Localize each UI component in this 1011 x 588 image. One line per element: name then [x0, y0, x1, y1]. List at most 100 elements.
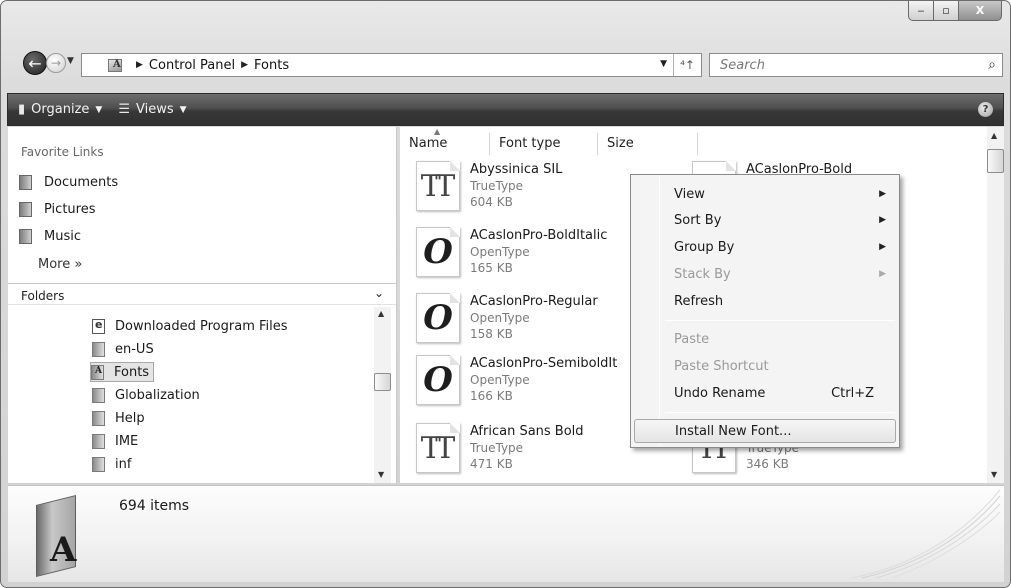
address-bar[interactable]: ▶ Control Panel ▶ Fonts ▼ ⁴↑	[81, 53, 702, 77]
tree-item-label: inf	[115, 456, 132, 472]
column-header-name[interactable]: ▲ Name	[400, 127, 490, 155]
scrollbar-thumb[interactable]	[987, 149, 1004, 173]
font-file-item[interactable]: O ACaslonPro-Regular OpenType 158 KB	[416, 293, 598, 343]
chevron-down-icon: ▼	[95, 104, 103, 115]
tree-item-help[interactable]: Help	[92, 408, 145, 428]
font-size: 604 KB	[470, 195, 513, 209]
truetype-font-icon: TT	[416, 423, 460, 473]
breadcrumb-separator-icon[interactable]: ▶	[136, 60, 143, 70]
menu-item-label: Group By	[674, 240, 735, 255]
scrollbar-thumb[interactable]	[374, 373, 391, 391]
menu-item-label: Undo Rename	[674, 386, 766, 401]
tree-item-label: Globalization	[115, 387, 200, 403]
menu-item-label: Sort By	[674, 213, 722, 228]
chevron-down-icon: ▼	[179, 104, 187, 115]
decorative-swoosh-icon	[851, 489, 1001, 579]
favorite-documents[interactable]: Documents	[19, 175, 118, 190]
fonts-folder-icon	[91, 364, 104, 380]
font-name: African Sans Bold	[470, 424, 584, 439]
breadcrumb-fonts[interactable]: Fonts	[254, 58, 289, 73]
submenu-arrow-icon: ▶	[879, 215, 886, 225]
favorite-label: Music	[44, 229, 81, 244]
scroll-down-icon[interactable]: ▼	[991, 470, 997, 479]
truetype-font-icon: TT	[416, 161, 460, 211]
more-links-button[interactable]: More »	[38, 257, 82, 272]
column-label: Name	[409, 136, 448, 151]
font-size: 158 KB	[470, 327, 513, 341]
menu-item-sort-by[interactable]: Sort By ▶	[634, 209, 896, 233]
favorite-music[interactable]: Music	[19, 229, 81, 244]
tree-item-inf[interactable]: inf	[92, 454, 131, 474]
menu-separator	[665, 412, 895, 413]
tree-item-downloaded-program-files[interactable]: Downloaded Program Files	[92, 316, 288, 336]
menu-item-install-new-font[interactable]: Install New Font...	[634, 419, 896, 443]
breadcrumb-control-panel[interactable]: Control Panel	[149, 58, 235, 73]
chevron-down-icon: ⌄	[373, 286, 384, 300]
recent-pages-dropdown[interactable]: ▼	[67, 56, 74, 66]
font-letter-glyph: A	[50, 530, 77, 570]
submenu-arrow-icon: ▶	[879, 189, 886, 199]
menu-item-refresh[interactable]: Refresh	[634, 290, 896, 314]
menu-item-group-by[interactable]: Group By ▶	[634, 236, 896, 260]
font-size: 165 KB	[470, 261, 513, 275]
organize-icon: ▮	[18, 102, 26, 117]
font-file-item[interactable]: TT African Sans Bold TrueType 471 KB	[416, 423, 584, 473]
maximize-button[interactable]: ▫	[934, 1, 959, 21]
folder-icon	[92, 433, 105, 449]
tree-item-globalization[interactable]: Globalization	[92, 385, 200, 405]
folders-header[interactable]: Folders ⌄	[8, 283, 396, 305]
folder-tree-scrollbar[interactable]: ▲ ▼	[374, 307, 391, 483]
menu-item-label: Paste	[674, 332, 710, 347]
views-label: Views	[135, 102, 174, 117]
help-button[interactable]: ?	[978, 102, 993, 117]
font-name: ACaslonPro-SemiboldIt	[470, 356, 618, 371]
minimize-button[interactable]: ‒	[908, 1, 934, 21]
item-count: 694 items	[119, 498, 190, 514]
favorite-label: Pictures	[44, 202, 96, 217]
tree-item-fonts[interactable]: Fonts	[90, 362, 155, 382]
font-file-item[interactable]: O ACaslonPro-BoldItalic OpenType 165 KB	[416, 227, 607, 277]
tree-item-ime[interactable]: IME	[92, 431, 138, 451]
search-box[interactable]: Search ⌕	[709, 53, 1003, 77]
menu-item-stack-by[interactable]: Stack By ▶	[634, 263, 896, 287]
font-size: 471 KB	[470, 457, 513, 471]
opentype-glyph: O	[423, 360, 453, 400]
opentype-font-icon: O	[416, 293, 460, 343]
tree-item-label: Help	[115, 410, 145, 426]
scroll-up-icon[interactable]: ▲	[378, 309, 384, 318]
menu-item-undo-rename[interactable]: Undo Rename Ctrl+Z	[634, 382, 896, 406]
scroll-up-icon[interactable]: ▲	[991, 131, 997, 140]
submenu-arrow-icon: ▶	[879, 269, 886, 279]
views-button[interactable]: ☰ Views ▼	[118, 102, 186, 117]
breadcrumb-separator-icon[interactable]: ▶	[241, 60, 248, 70]
scroll-down-icon[interactable]: ▼	[378, 470, 384, 479]
favorite-label: Documents	[44, 175, 119, 190]
menu-item-paste[interactable]: Paste	[634, 328, 896, 352]
forward-button[interactable]: →	[46, 53, 66, 73]
font-file-item[interactable]: TT Abyssinica SIL TrueType 604 KB	[416, 161, 562, 211]
tree-item-en-us[interactable]: en-US	[92, 339, 154, 359]
font-type: TrueType	[470, 441, 524, 455]
column-label: Size	[607, 136, 634, 151]
opentype-glyph: O	[423, 232, 453, 272]
font-file-item[interactable]: O ACaslonPro-SemiboldIt OpenType 166 KB	[416, 355, 617, 405]
file-list-scrollbar[interactable]: ▲ ▼	[987, 127, 1004, 483]
favorite-links-header: Favorite Links	[21, 145, 104, 159]
favorite-pictures[interactable]: Pictures	[19, 202, 95, 217]
close-button[interactable]: X	[959, 1, 1002, 21]
address-dropdown-icon[interactable]: ▼	[660, 59, 667, 69]
folder-icon	[92, 456, 105, 472]
organize-button[interactable]: ▮ Organize ▼	[18, 102, 102, 117]
column-header-size[interactable]: Size	[598, 133, 698, 155]
refresh-icon[interactable]: ⁴↑	[673, 54, 701, 76]
search-input[interactable]: Search	[720, 58, 765, 73]
back-arrow-icon: ←	[28, 53, 42, 73]
pictures-icon	[19, 202, 32, 217]
search-icon[interactable]: ⌕	[988, 57, 996, 73]
menu-item-view[interactable]: View ▶	[634, 183, 896, 207]
submenu-arrow-icon: ▶	[879, 242, 886, 252]
back-button[interactable]: ←	[23, 51, 47, 75]
column-label: Font type	[499, 136, 561, 151]
menu-item-paste-shortcut[interactable]: Paste Shortcut	[634, 355, 896, 379]
column-header-font-type[interactable]: Font type	[490, 133, 598, 155]
